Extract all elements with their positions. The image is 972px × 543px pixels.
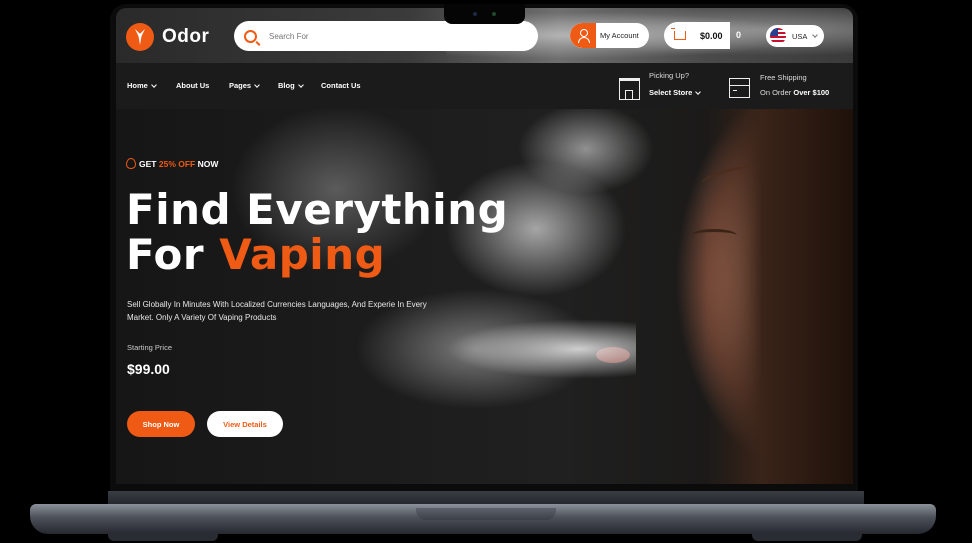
nav-item-label: Contact Us <box>321 81 361 90</box>
us-flag-icon <box>770 28 786 44</box>
shipping-title: Free Shipping <box>760 73 807 82</box>
offer-text: GET 25% OFF NOW <box>139 159 218 169</box>
select-store-dropdown[interactable]: Select Store <box>649 88 702 97</box>
cart-button[interactable]: $0.00 <box>664 22 730 49</box>
site-logo[interactable]: Odor <box>126 23 209 51</box>
cart-count-badge: 0 <box>736 30 742 40</box>
chevron-down-icon <box>151 81 157 88</box>
hero-title-prefix: For <box>126 230 205 279</box>
starting-price: $99.00 <box>127 361 170 377</box>
laptop-foot-right <box>752 533 862 541</box>
laptop-foot-left <box>108 533 218 541</box>
hero-description: Sell Globally In Minutes With Localized … <box>127 300 427 323</box>
shipping-sub-prefix: On Order <box>760 88 792 97</box>
pickup-title: Picking Up? <box>649 71 690 80</box>
cart-total: $0.00 <box>700 30 723 41</box>
offer-suffix: NOW <box>197 158 219 169</box>
nav-item-pages[interactable]: Pages <box>229 81 260 90</box>
store-icon <box>619 78 640 100</box>
user-icon <box>570 23 596 48</box>
search-bar[interactable] <box>234 21 538 51</box>
search-icon[interactable] <box>244 29 257 43</box>
hero-banner: GET 25% OFF NOW Find Everything For Vapi… <box>116 109 853 484</box>
shipping-subtitle: On Order Over $100 <box>760 88 829 97</box>
select-store-label: Select Store <box>649 88 693 97</box>
nav-item-blog[interactable]: Blog <box>278 81 304 90</box>
nav-item-home[interactable]: Home <box>127 81 157 90</box>
shop-now-button[interactable]: Shop Now <box>127 411 195 437</box>
my-account-button[interactable]: My Account <box>570 23 649 48</box>
nav-item-label: About Us <box>176 81 210 90</box>
main-navigation: Home About Us Pages Blog Contact Us Pick… <box>116 63 853 109</box>
shipping-sub-bold: Over $100 <box>793 88 830 97</box>
smoke-stream <box>446 319 636 379</box>
hero-title-line-1: Find Everything <box>126 185 509 234</box>
camera-light-icon <box>492 12 496 16</box>
hero-title-line-2: For Vaping <box>126 230 385 279</box>
shipping-box-icon <box>729 78 750 98</box>
nav-item-label: Blog <box>278 81 295 90</box>
chevron-down-icon <box>695 88 702 95</box>
brand-name: Odor <box>162 26 210 47</box>
hero-model-eye <box>691 229 737 242</box>
offer-prefix: GET <box>139 158 157 169</box>
chevron-down-icon <box>297 81 304 88</box>
flame-icon <box>126 158 136 169</box>
language-label: USA <box>792 31 808 41</box>
website-screen: Odor My Account $0.00 0 USA Home About U… <box>116 8 853 484</box>
cart-icon <box>671 28 686 40</box>
search-input[interactable] <box>267 30 531 42</box>
nav-item-about-us[interactable]: About Us <box>176 81 209 90</box>
nav-item-label: Pages <box>229 81 252 90</box>
laptop-thumb-notch <box>416 508 556 520</box>
nav-item-label: Home <box>127 81 148 90</box>
camera-icon <box>473 12 477 16</box>
chevron-down-icon <box>812 32 819 38</box>
my-account-label: My Account <box>600 31 639 40</box>
view-details-button[interactable]: View Details <box>207 411 283 437</box>
nav-item-contact-us[interactable]: Contact Us <box>321 81 361 90</box>
offer-accent: 25% OFF <box>158 158 196 169</box>
camera-notch <box>444 4 525 24</box>
hero-title-accent: Vaping <box>219 230 386 279</box>
language-selector[interactable]: USA <box>766 25 824 47</box>
hero-model-hair <box>706 109 853 484</box>
fox-logo-icon <box>126 23 154 51</box>
chevron-down-icon <box>254 81 260 88</box>
starting-price-label: Starting Price <box>127 343 173 352</box>
offer-tag: GET 25% OFF NOW <box>126 158 218 169</box>
